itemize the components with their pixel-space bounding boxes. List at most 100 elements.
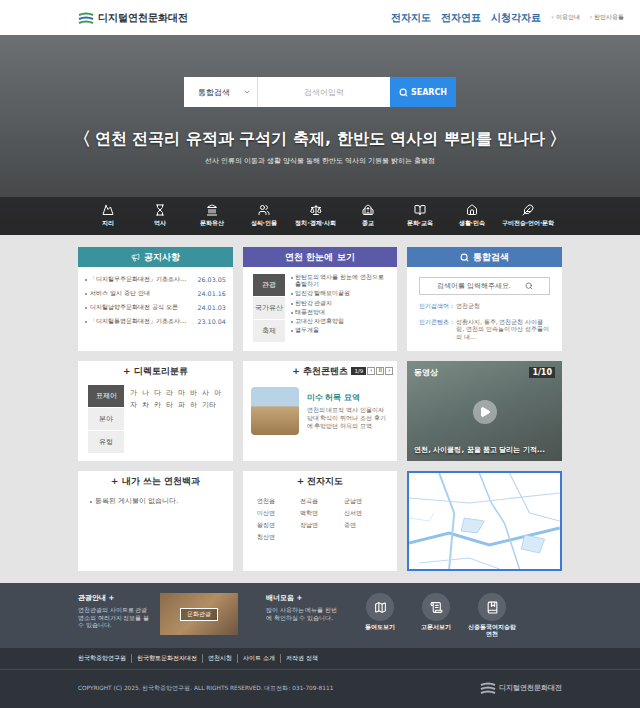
letter-link[interactable]: 가	[130, 389, 137, 398]
category-icon	[362, 204, 374, 216]
category-item[interactable]: 정치·경제·사회	[294, 204, 338, 228]
letter-link[interactable]: 아	[214, 389, 221, 398]
letter-link[interactable]: 기타	[202, 401, 216, 410]
category-item[interactable]: 성씨·인물	[242, 204, 286, 228]
category-icon	[154, 204, 166, 216]
letter-link[interactable]: 나	[142, 389, 149, 398]
letter-link[interactable]: 다	[154, 389, 161, 398]
popular-row: 인기검색어 :연천군청	[419, 303, 550, 311]
util-link[interactable]: › 이용안내	[551, 13, 579, 22]
banner-circle	[366, 593, 394, 621]
category-item[interactable]: 종교	[346, 204, 390, 228]
footer-link[interactable]: 한국향토문화전자대전	[131, 654, 202, 663]
search-input[interactable]: 검색어입력	[258, 77, 390, 107]
card-title: + 전자지도	[243, 471, 398, 491]
popular-value[interactable]: 연천군청	[456, 303, 480, 311]
letter-link[interactable]: 카	[154, 401, 161, 410]
letter-link[interactable]: 파	[178, 401, 185, 410]
town-link[interactable]: 미산면	[257, 509, 297, 518]
banner-item[interactable]: 동여도보기	[356, 593, 404, 638]
next-button[interactable]: 〉	[549, 127, 567, 151]
notice-row[interactable]: 디지털남양주문화대전 공식 오픈24.01.03	[85, 303, 226, 312]
glance-item[interactable]: 열두개울	[291, 327, 391, 334]
banner-item[interactable]: 신증동국여지승람 연천	[468, 593, 516, 638]
letter-link[interactable]: 타	[166, 401, 173, 410]
chevron-down-icon	[243, 88, 251, 96]
pager-button[interactable]: II	[376, 367, 384, 375]
notice-row[interactable]: 「디지털통영문화대전」기초조사…23.10.04	[85, 317, 226, 326]
card-title: + 디렉토리분류	[78, 361, 233, 381]
play-button[interactable]	[473, 400, 497, 424]
pager-button[interactable]: ‹	[367, 367, 375, 375]
town-link[interactable]: 신서면	[344, 509, 384, 518]
town-link[interactable]: 전곡읍	[300, 497, 340, 506]
glance-item[interactable]: 한탄도의 역사를 한눈에 연천으로 출발하기	[291, 274, 391, 288]
glance-item[interactable]: 고대산 자연휴양림	[291, 318, 391, 325]
category-item[interactable]: 구비전승·언어·문학	[502, 204, 555, 228]
letter-link[interactable]: 마	[178, 389, 185, 398]
letter-link[interactable]: 사	[202, 389, 209, 398]
category-item[interactable]: 문화유산	[190, 204, 234, 228]
directory-tab[interactable]: 유형	[88, 431, 124, 453]
town-link[interactable]: 백학면	[300, 509, 340, 518]
map-card[interactable]	[407, 471, 562, 571]
footer-link[interactable]: 저작권 정책	[280, 654, 323, 663]
category-item[interactable]: 지리	[86, 204, 130, 228]
letter-link[interactable]: 차	[142, 401, 149, 410]
nav-link[interactable]: 전자연표	[441, 11, 481, 25]
notice-row[interactable]: 「디지털무주문화대전」기초조사…26.03.05	[85, 275, 226, 284]
town-link[interactable]: 왕징면	[257, 521, 297, 530]
town-link[interactable]: 중면	[344, 521, 384, 530]
nav-link[interactable]: 전자지도	[391, 11, 431, 25]
letter-link[interactable]: 바	[190, 389, 197, 398]
footer-logo[interactable]: 디지털연천문화대전	[480, 682, 562, 694]
glance-tab[interactable]: 관광	[253, 274, 285, 296]
popular-value[interactable]: 성황사지, 통주, 연천군청 사이클링, 연천의 민속놀이 마산 성주풀이의 내…	[456, 319, 550, 342]
site-logo[interactable]: 디지털연천문화대전	[78, 11, 188, 25]
search-bar: 통합검색검색어입력SEARCH	[184, 77, 456, 107]
letter-link[interactable]: 자	[130, 401, 137, 410]
search-button[interactable]: SEARCH	[390, 77, 456, 107]
footer-link[interactable]: 한국학중앙연구원	[78, 654, 131, 663]
directory-tab[interactable]: 분야	[88, 408, 124, 430]
category-item[interactable]: 역사	[138, 204, 182, 228]
town-link[interactable]: 군남면	[344, 497, 384, 506]
prev-button[interactable]: 〈	[73, 127, 91, 151]
town-link[interactable]: 청산면	[257, 533, 297, 542]
headline: 〈연천 전곡리 유적과 구석기 축제, 한반도 역사의 뿌리를 만나다〉	[73, 127, 568, 151]
recommend-text: 미수 허목 묘역연천의 대표적 역사 인물이자 당대 학식이 뛰어나 조선 후기…	[307, 392, 390, 430]
glance-tab[interactable]: 축제	[253, 320, 285, 342]
pager: 1/9‹II›	[351, 367, 393, 375]
pager-button[interactable]: ›	[385, 367, 393, 375]
glance-item[interactable]: 한탄강 관광지	[291, 300, 391, 307]
tour-button[interactable]: 문화관광	[180, 608, 218, 621]
category-item[interactable]: 문화·교육	[398, 204, 442, 228]
town-grid: 연천읍전곡읍 군남면미산면백학면 신서면왕징면장남면 중면청산면	[243, 491, 398, 548]
banner-item[interactable]: 고문서보기	[412, 593, 460, 638]
video-card[interactable]: 동영상1/10연천, 사이클링, 꿈을 품고 달리는 기적...	[407, 361, 562, 461]
town-link[interactable]: 장남면	[300, 521, 340, 530]
nav-link[interactable]: 시청각자료	[491, 11, 541, 25]
directory-tab[interactable]: 표제어	[88, 385, 124, 407]
town-link[interactable]: 연천읍	[257, 497, 297, 506]
category-icon	[522, 204, 534, 216]
notice-card: 공지사항「디지털무주문화대전」기초조사…26.03.05서비스 일시 중단 안내…	[78, 247, 233, 351]
letter-link[interactable]: 라	[166, 389, 173, 398]
glance-item[interactable]: 임진강 발해보미끝원	[291, 290, 391, 297]
footer-link[interactable]: 연천시청	[202, 654, 237, 663]
card-header: 통합검색	[407, 247, 562, 267]
util-link[interactable]: › 한민사용틀	[590, 13, 624, 22]
category-item[interactable]: 생활·민속	[450, 204, 494, 228]
footer-link[interactable]: 사이트 소개	[237, 654, 280, 663]
recommend-body[interactable]: 미수 허목 묘역연천의 대표적 역사 인물이자 당대 학식이 뛰어나 조선 후기…	[243, 381, 398, 441]
letter-link[interactable]: 하	[190, 401, 197, 410]
notice-row[interactable]: 서비스 일시 중단 안내24.01.16	[85, 289, 226, 298]
emap-card: + 전자지도연천읍전곡읍 군남면미산면백학면 신서면왕징면장남면 중면청산면	[243, 471, 398, 571]
search-field[interactable]: 검색어를 입력해주세요.	[419, 277, 550, 295]
glance-tab[interactable]: 국가유산	[253, 297, 285, 319]
page: 디지털연천문화대전전자지도전자연표시청각자료› 이용안내› 한민사용틀통합검색검…	[0, 0, 640, 708]
glance-item[interactable]: 태풍전망대	[291, 309, 391, 316]
glance-card: 연천 한눈에 보기관광국가유산축제한탄도의 역사를 한눈에 연천으로 출발하기임…	[243, 247, 398, 351]
map-icon	[409, 473, 560, 569]
scope-select[interactable]: 통합검색	[184, 77, 258, 107]
